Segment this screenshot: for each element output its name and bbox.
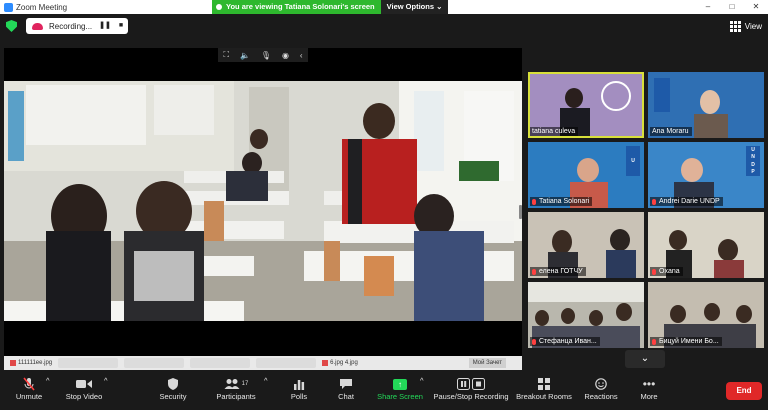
maximize-button[interactable]: □	[720, 0, 744, 14]
pause-recording-icon[interactable]: ❚❚	[99, 20, 111, 32]
more-button[interactable]: ••• More	[638, 376, 660, 408]
gallery-grid-icon	[729, 20, 741, 32]
shared-taskbar: 111111ee.jpg 6.jpg 4.jpg Мой Зачет	[4, 356, 522, 370]
close-button[interactable]: ✕	[744, 0, 768, 14]
end-meeting-button[interactable]: End	[726, 382, 762, 400]
audio-options-caret-icon[interactable]: ^	[46, 376, 50, 408]
breakout-rooms-icon	[538, 376, 550, 392]
taskbar-item[interactable]	[256, 358, 317, 368]
volume-icon[interactable]: 🔈	[240, 51, 250, 60]
zoom-meeting-window: Zoom Meeting – □ ✕ Recording... ❚❚ ■ You…	[0, 0, 768, 410]
mic-muted-icon	[23, 376, 35, 392]
participant-tile[interactable]: Бицуй Имени Бо...	[648, 282, 764, 348]
participant-tile[interactable]: U N D P Andrei Darie UNDP	[648, 142, 764, 208]
participants-options-caret-icon[interactable]: ^	[264, 376, 268, 408]
participants-icon: 17	[224, 376, 249, 392]
stop-video-button[interactable]: Stop Video	[64, 376, 104, 408]
pause-stop-recording-icon	[457, 376, 485, 392]
participant-tile[interactable]: tatiana culeva	[528, 72, 644, 138]
meeting-topbar: Recording... ❚❚ ■ You are viewing Tatian…	[0, 0, 768, 38]
mic-muted-icon	[532, 268, 536, 275]
media-player-toolbar: ⛶ 🔈 🎙 ◉ ‹	[218, 48, 308, 62]
reactions-button[interactable]: Reactions	[584, 376, 618, 408]
shared-screen[interactable]: ⛶ 🔈 🎙 ◉ ‹ 111111ee.jpg 6.jpg 4.jpg Мой З…	[4, 48, 522, 370]
video-camera-icon	[76, 376, 92, 392]
encryption-shield-icon[interactable]	[6, 20, 17, 32]
collapse-icon[interactable]: ‹	[300, 51, 303, 60]
mic-muted-icon	[652, 198, 656, 205]
mic-muted-icon	[652, 338, 656, 345]
taskbar-item[interactable]: 111111ee.jpg	[10, 358, 52, 368]
view-layout-label: View	[744, 21, 762, 31]
recording-label: Recording...	[49, 21, 93, 31]
participant-tile[interactable]: U Tatiana Solonari	[528, 142, 644, 208]
viewing-screen-label: You are viewing Tatiana Solonari's scree…	[226, 2, 375, 11]
gallery-next-page-button[interactable]: ⌄	[625, 350, 665, 368]
taskbar-item[interactable]	[58, 358, 119, 368]
polls-icon	[293, 376, 305, 392]
classroom-scene-image	[4, 81, 522, 321]
undp-logo-icon: U N D P	[746, 146, 760, 176]
breakout-rooms-button[interactable]: Breakout Rooms	[516, 376, 572, 408]
unmute-button[interactable]: Unmute	[12, 376, 46, 408]
zoom-app-icon	[4, 2, 13, 12]
participant-tile[interactable]: Ana Moraru	[648, 72, 764, 138]
participant-name: Бицуй Имени Бо...	[650, 337, 722, 346]
participant-name: елена ГОТЧУ	[530, 267, 586, 276]
window-title: Zoom Meeting	[16, 2, 68, 12]
polls-button[interactable]: Polls	[288, 376, 310, 408]
window-controls: – □ ✕	[696, 0, 768, 14]
participants-count: 17	[241, 381, 249, 387]
participant-gallery: tatiana culeva Ana Moraru U Tatiana Solo…	[528, 72, 764, 348]
panel-resize-handle[interactable]	[519, 205, 522, 219]
participant-tile[interactable]: Oxana	[648, 212, 764, 278]
screen-share-banner: You are viewing Tatiana Solonari's scree…	[212, 0, 449, 14]
share-status-dot-icon	[216, 4, 222, 10]
record-icon[interactable]: ◉	[282, 51, 289, 60]
participant-name: Стефанца Иван...	[530, 337, 600, 346]
participant-name: Ana Moraru	[650, 127, 692, 136]
participant-name: Oxana	[650, 267, 683, 276]
share-screen-icon: ↑	[393, 376, 407, 392]
viewing-screen-message: You are viewing Tatiana Solonari's scree…	[212, 0, 381, 14]
chat-bubble-icon	[339, 376, 353, 392]
participants-button[interactable]: 17 Participants	[214, 376, 258, 408]
share-options-caret-icon[interactable]: ^	[420, 376, 424, 408]
participant-name: Andrei Darie UNDP	[650, 197, 723, 206]
taskbar-item[interactable]: 6.jpg 4.jpg	[322, 358, 358, 368]
pause-stop-recording-button[interactable]: Pause/Stop Recording	[433, 376, 509, 408]
taskbar-item[interactable]	[190, 358, 251, 368]
smiley-icon	[595, 376, 607, 392]
participant-name: tatiana culeva	[530, 127, 579, 136]
video-options-caret-icon[interactable]: ^	[104, 376, 108, 408]
share-screen-button[interactable]: ↑ Share Screen	[377, 376, 423, 408]
security-button[interactable]: Security	[156, 376, 190, 408]
view-layout-button[interactable]: View	[729, 19, 762, 33]
more-dots-icon: •••	[642, 377, 656, 391]
taskbar-item[interactable]	[124, 358, 185, 368]
stop-recording-icon[interactable]: ■	[115, 20, 127, 32]
chat-button[interactable]: Chat	[336, 376, 356, 408]
minimize-button[interactable]: –	[696, 0, 720, 14]
view-options-button[interactable]: View Options ⌄	[380, 0, 449, 14]
meeting-controls: Unmute ^ Stop Video ^ Security 17 Partic…	[0, 372, 768, 410]
taskbar-right-label: Мой Зачет	[468, 358, 506, 368]
participant-tile[interactable]: елена ГОТЧУ	[528, 212, 644, 278]
shield-icon	[167, 376, 179, 392]
mic-muted-icon	[532, 198, 536, 205]
fullscreen-icon[interactable]: ⛶	[223, 50, 229, 60]
microphone-icon[interactable]: 🎙	[261, 51, 271, 60]
cloud-record-icon	[32, 22, 43, 30]
mic-muted-icon	[652, 268, 656, 275]
participant-tile[interactable]: Стефанца Иван...	[528, 282, 644, 348]
recording-indicator: Recording... ❚❚ ■	[26, 18, 128, 34]
undp-logo-icon: U	[626, 146, 640, 176]
classroom-video-frame	[4, 81, 522, 321]
mic-muted-icon	[532, 338, 536, 345]
participant-name: Tatiana Solonari	[530, 197, 593, 206]
